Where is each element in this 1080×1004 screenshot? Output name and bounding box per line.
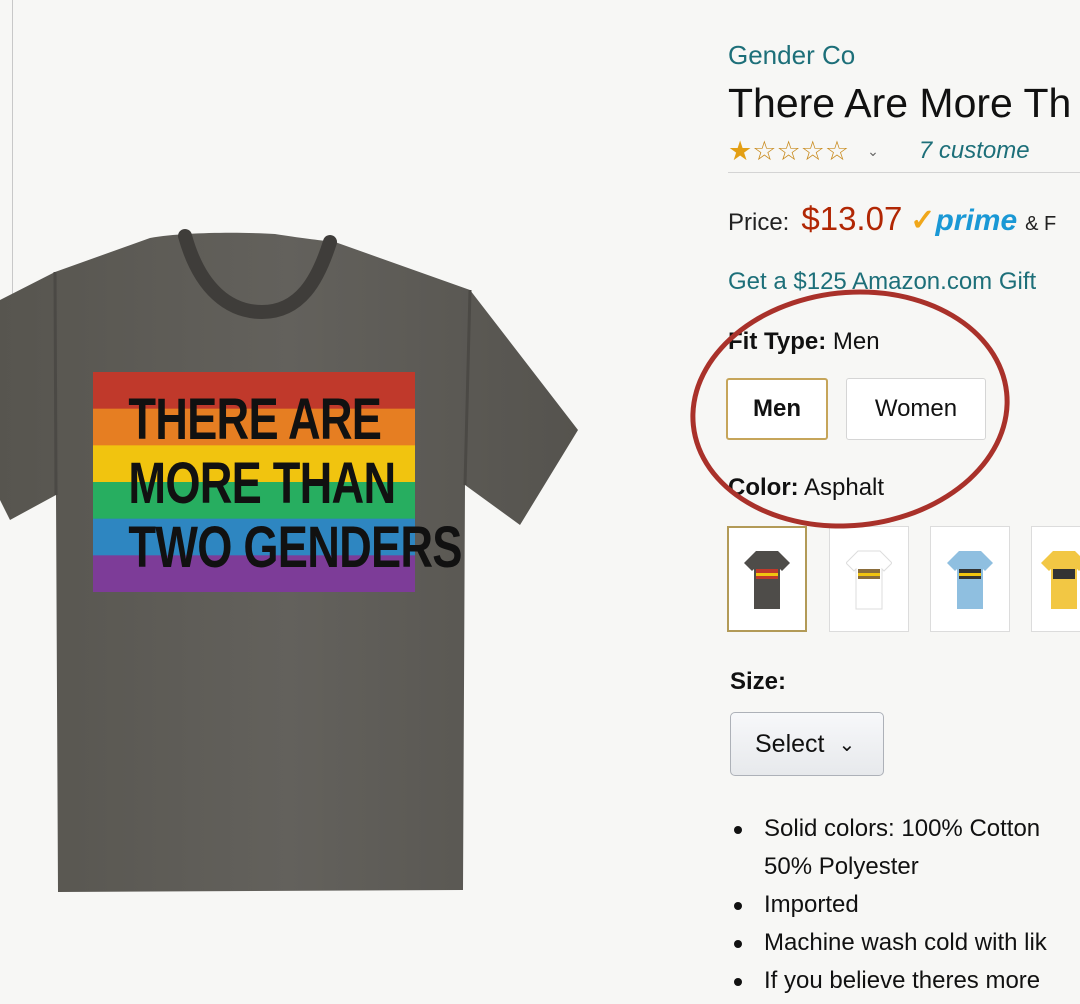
- star-filled-icon: ★: [728, 136, 753, 166]
- color-swatch-yellow[interactable]: [1031, 526, 1080, 632]
- chevron-down-icon[interactable]: ⌄: [867, 143, 879, 160]
- shirt-print-graphic: THERE ARE MORE THAN TWO GENDERS: [93, 372, 462, 592]
- star-empty-icon: ☆: [824, 136, 850, 166]
- star-empty-icon: ☆: [752, 136, 777, 166]
- color-swatch-asphalt[interactable]: [727, 526, 807, 632]
- feature-text: If you believe theres more: [764, 967, 1041, 994]
- star-empty-icon: ☆: [776, 136, 801, 166]
- print-line-3: TWO GENDERS: [128, 515, 462, 580]
- rating-row: ★ ☆ ☆ ☆ ☆ ⌄ 7 custome: [728, 134, 1030, 168]
- price-value: $13.07: [801, 200, 903, 237]
- checkmark-icon: ✓: [910, 204, 936, 237]
- price-label: Price:: [728, 209, 790, 236]
- feature-text: Imported: [764, 891, 859, 918]
- product-title: There Are More Th: [728, 80, 1072, 126]
- color-swatch-white[interactable]: [829, 526, 909, 632]
- print-line-2: MORE THAN: [128, 451, 396, 516]
- size-dropdown-value: Select: [755, 729, 825, 758]
- print-line-1: THERE ARE: [128, 387, 382, 452]
- feature-text: Machine wash cold with lik: [764, 929, 1047, 956]
- feature-bullet: If you believe theres more: [734, 962, 1080, 1000]
- feature-text: Solid colors: 100% Cotton: [764, 815, 1041, 842]
- color-swatch-light-blue[interactable]: [930, 526, 1010, 632]
- prime-label: prime: [935, 204, 1018, 237]
- size-dropdown[interactable]: Select ⌄: [730, 712, 884, 776]
- price-row: Price: $13.07 ✓prime & F: [728, 200, 1056, 238]
- prime-badge[interactable]: ✓prime: [910, 203, 1017, 238]
- chevron-down-icon: ⌄: [838, 733, 856, 756]
- divider: [728, 172, 1080, 173]
- annotation-circle: [678, 273, 1022, 545]
- star-empty-icon: ☆: [800, 136, 825, 166]
- size-label: Size:: [730, 668, 787, 695]
- feature-bullet: Solid colors: 100% Cotton: [734, 810, 1080, 848]
- product-page: THERE ARE MORE THAN TWO GENDERS Gender C…: [0, 0, 1080, 1004]
- feature-bullets: Solid colors: 100% Cotton 50% Polyester …: [734, 810, 1080, 1000]
- customer-reviews-link[interactable]: 7 custome: [919, 137, 1030, 165]
- brand-link[interactable]: Gender Co: [728, 40, 855, 71]
- shipping-text: & F: [1025, 213, 1057, 235]
- feature-bullet-continuation: 50% Polyester: [764, 853, 919, 880]
- star-rating[interactable]: ★ ☆ ☆ ☆ ☆: [728, 136, 849, 166]
- feature-bullet: Machine wash cold with lik: [734, 924, 1080, 962]
- feature-bullet: Imported: [734, 886, 1080, 924]
